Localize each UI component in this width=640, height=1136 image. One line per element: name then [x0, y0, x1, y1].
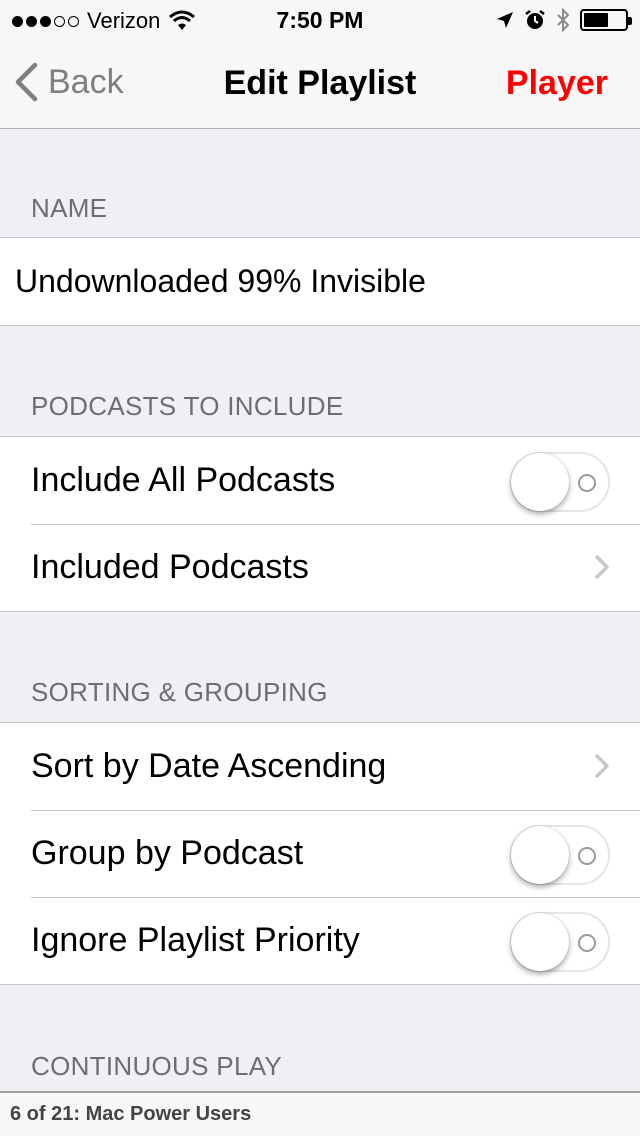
section-header-sorting: SORTING & GROUPING	[31, 677, 328, 707]
included-podcasts-label: Included Podcasts	[31, 548, 309, 586]
ignore-playlist-priority-label: Ignore Playlist Priority	[31, 921, 360, 959]
sorting-group: Sort by Date Ascending Group by Podcast …	[0, 722, 640, 985]
toggle-knob	[511, 826, 569, 884]
chevron-right-icon	[595, 754, 609, 778]
podcasts-group: Include All Podcasts Included Podcasts	[0, 436, 640, 612]
ignore-playlist-priority-toggle[interactable]	[510, 912, 610, 972]
include-all-podcasts-row: Include All Podcasts	[0, 437, 640, 524]
sort-order-label: Sort by Date Ascending	[31, 747, 387, 785]
sort-order-row[interactable]: Sort by Date Ascending	[0, 723, 640, 810]
chevron-right-icon	[595, 555, 609, 579]
alarm-clock-icon	[525, 10, 545, 29]
status-right	[496, 8, 632, 32]
navigation-bar: Back Edit Playlist Player	[0, 40, 640, 129]
group-by-podcast-label: Group by Podcast	[31, 834, 304, 872]
group-by-podcast-row: Group by Podcast	[0, 810, 640, 897]
off-indicator-icon	[578, 847, 596, 865]
location-arrow-icon	[497, 12, 513, 28]
section-header-podcasts: PODCASTS TO INCLUDE	[31, 391, 344, 421]
playlist-name-field[interactable]: Undownloaded 99% Invisible	[15, 263, 426, 300]
off-indicator-icon	[578, 934, 596, 952]
section-header-continuous-play: CONTINUOUS PLAY	[31, 1051, 283, 1081]
toggle-knob	[511, 913, 569, 971]
screen: Verizon 7:50 PM Back Edit Playlist Playe…	[0, 0, 640, 1136]
now-playing-bar[interactable]: 6 of 21: Mac Power Users	[0, 1091, 640, 1136]
include-all-podcasts-label: Include All Podcasts	[31, 461, 336, 499]
name-row[interactable]: Undownloaded 99% Invisible	[0, 238, 640, 325]
status-bar: Verizon 7:50 PM	[0, 0, 640, 40]
included-podcasts-row[interactable]: Included Podcasts	[0, 524, 640, 611]
include-all-podcasts-toggle[interactable]	[510, 452, 610, 512]
battery-icon	[580, 9, 632, 31]
player-button[interactable]: Player	[506, 64, 608, 103]
toggle-knob	[511, 453, 569, 511]
ignore-playlist-priority-row: Ignore Playlist Priority	[0, 897, 640, 984]
section-header-name: NAME	[31, 193, 108, 223]
bluetooth-icon	[557, 8, 570, 32]
name-group: Undownloaded 99% Invisible	[0, 237, 640, 326]
group-by-podcast-toggle[interactable]	[510, 825, 610, 885]
off-indicator-icon	[578, 474, 596, 492]
